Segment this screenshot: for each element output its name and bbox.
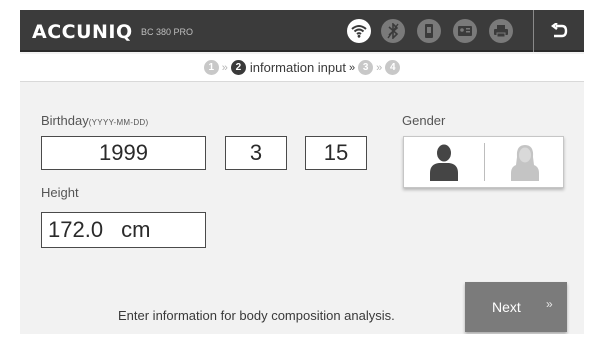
bluetooth-icon[interactable] — [381, 19, 405, 43]
female-icon — [511, 145, 539, 181]
step-4-badge: 4 — [385, 60, 401, 75]
id-card-icon[interactable] — [453, 19, 477, 43]
back-arrow-icon[interactable] — [542, 17, 576, 45]
male-icon — [430, 144, 458, 181]
top-bar-divider — [533, 10, 534, 52]
male-option[interactable] — [404, 137, 484, 187]
app-screen: ACCUNIQ BC 380 PRO 1 » 2 information inp… — [20, 10, 584, 334]
height-field[interactable]: 172.0 cm — [41, 212, 206, 248]
birthday-label: Birthday(YYYY-MM-DD) — [41, 113, 148, 128]
next-button[interactable]: Next » — [465, 282, 567, 332]
model-name: BC 380 PRO — [141, 27, 194, 37]
birthday-label-text: Birthday — [41, 113, 89, 128]
printer-icon[interactable] — [489, 19, 513, 43]
birth-year-field[interactable]: 1999 — [41, 136, 206, 170]
step-separator: » — [221, 61, 228, 74]
step-2-badge: 2 — [230, 60, 246, 75]
step-3-badge: 3 — [358, 60, 374, 75]
next-button-label: Next — [492, 299, 521, 315]
instruction-text: Enter information for body composition a… — [118, 308, 395, 323]
height-unit: cm — [121, 217, 151, 242]
step-separator: » — [349, 61, 356, 74]
current-step-label: information input — [249, 60, 346, 75]
usb-drive-icon[interactable] — [417, 19, 441, 43]
female-option[interactable] — [485, 137, 565, 187]
height-label: Height — [41, 185, 79, 200]
birthday-format-hint: (YYYY-MM-DD) — [88, 118, 149, 127]
birth-day-field[interactable]: 15 — [305, 136, 367, 170]
top-bar: ACCUNIQ BC 380 PRO — [20, 10, 584, 52]
double-chevron-right-icon: » — [546, 297, 553, 311]
wifi-icon[interactable] — [347, 19, 371, 43]
brand-logo: ACCUNIQ — [32, 21, 133, 43]
gender-selector — [403, 136, 564, 188]
gender-label: Gender — [402, 113, 446, 128]
step-1-badge: 1 — [203, 60, 219, 75]
step-indicator: 1 » 2 information input » 3 » 4 — [20, 54, 584, 82]
birth-month-field[interactable]: 3 — [225, 136, 287, 170]
height-value: 172.0 — [48, 217, 104, 242]
step-separator: » — [376, 61, 383, 74]
